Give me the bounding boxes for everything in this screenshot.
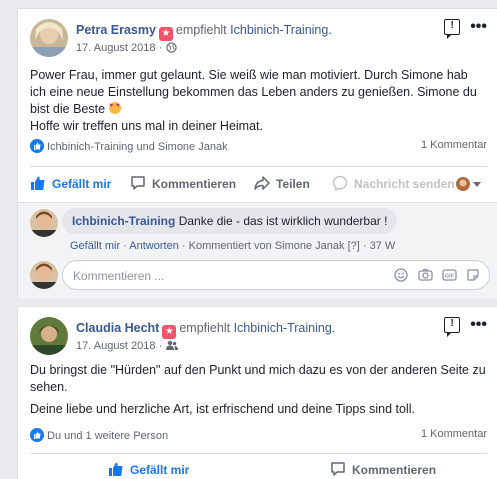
divider (30, 166, 487, 167)
share-button[interactable]: Teilen (254, 175, 332, 194)
gif-icon[interactable]: GIF (441, 267, 457, 283)
comment-button[interactable]: Kommentieren (130, 175, 236, 194)
emoji-icon[interactable] (393, 267, 409, 283)
sticker-icon[interactable] (465, 267, 481, 283)
post-date-line: 17. August 2018 · (76, 340, 179, 354)
messenger-icon (332, 175, 348, 194)
post-date-line: 17. August 2018 · (76, 42, 177, 56)
comment-author[interactable]: Ichbinich-Training (72, 214, 175, 228)
post-actions: Gefällt mir Kommentieren Teilen Nachrich… (30, 169, 487, 199)
post-text-line: Du bringst die "Hürden" auf den Punkt un… (30, 363, 486, 394)
like-button[interactable]: Gefällt mir (108, 461, 308, 479)
like-label: Gefällt mir (130, 463, 190, 477)
post-card: Claudia Hecht ★ empfiehlt Ichbinich-Traini… (17, 306, 497, 479)
post-text-line: Deine liebe und herzliche Art, ist erfri… (30, 402, 415, 416)
post-top-actions: ! ••• (444, 317, 487, 337)
comment-count[interactable]: 1 Kommentar (421, 139, 487, 151)
more-icon[interactable]: ••• (470, 317, 487, 333)
chevron-down-icon (473, 177, 481, 191)
comments-area: Ichbinich-Training Danke die - das ist w… (18, 203, 497, 298)
friends-icon (166, 340, 179, 354)
post-date[interactable]: 17. August 2018 (76, 340, 156, 352)
post-title-line: Claudia Hecht ★ empfiehlt Ichbinich-Traini… (76, 321, 335, 339)
heart-eyes-emoji (108, 102, 121, 114)
comment-text: Danke die - das ist wirklich wunderbar ! (178, 214, 388, 228)
page-link[interactable]: Ichbinich-Training. (230, 23, 332, 37)
post-text-line: Power Frau, immer gut gelaunt. Sie weiß … (30, 68, 477, 116)
comment-input-placeholder: Kommentieren ... (73, 269, 165, 283)
post-top-actions: ! ••• (444, 19, 487, 39)
camera-icon[interactable] (417, 267, 433, 283)
recommendation-badge-icon: ★ (158, 27, 173, 41)
more-icon[interactable]: ••• (470, 19, 487, 35)
page-link[interactable]: Ichbinich-Training. (234, 321, 336, 335)
comment-reply-link[interactable]: Antworten (129, 240, 179, 252)
like-button[interactable]: Gefällt mir (30, 175, 130, 194)
comment-time[interactable]: 37 W (370, 240, 396, 252)
comment-bubble: Ichbinich-Training Danke die - das ist w… (62, 208, 398, 234)
like-label: Gefällt mir (52, 177, 112, 191)
like-icon (30, 175, 46, 194)
report-icon[interactable]: ! (444, 317, 461, 337)
comment-icon (130, 175, 146, 194)
send-message-label: Nachricht senden (354, 177, 455, 191)
post-text-line: Hoffe wir treffen uns mal in deiner Heim… (30, 119, 263, 133)
comment-input[interactable]: Kommentieren ... GIF (62, 260, 490, 290)
avatar (30, 261, 58, 289)
send-message-button[interactable]: Nachricht senden (332, 175, 455, 194)
svg-text:GIF: GIF (444, 274, 454, 280)
comment-icon (330, 461, 346, 479)
post-title-line: Petra Erasmy ★ empfiehlt Ichbinich-Trainin… (76, 23, 332, 41)
post-actions: Gefällt mir Kommentieren (30, 455, 487, 479)
author-name[interactable]: Petra Erasmy (76, 23, 156, 37)
post-text: Du bringst die "Hürden" auf den Punkt un… (30, 362, 487, 418)
comment-meta-text: Kommentiert von Simone Janak [?] (188, 240, 360, 252)
reactions-row: Ichbinich-Training und Simone Janak 1 Ko… (30, 139, 487, 159)
avatar[interactable] (30, 317, 68, 355)
reactions-text[interactable]: Du und 1 weitere Person (47, 430, 168, 442)
post-date[interactable]: 17. August 2018 (76, 42, 156, 54)
recommendation-badge-icon: ★ (162, 325, 177, 339)
comment-label: Kommentieren (152, 177, 237, 191)
like-icon (30, 428, 44, 442)
globe-icon (166, 42, 177, 56)
share-icon (254, 175, 270, 194)
avatar[interactable] (30, 209, 58, 237)
reactions-text[interactable]: Ichbinich-Training und Simone Janak (47, 141, 228, 153)
divider (30, 453, 487, 454)
author-name[interactable]: Claudia Hecht (76, 321, 159, 335)
recommends-text: empfiehlt (175, 23, 227, 37)
comment-like-link[interactable]: Gefällt mir (70, 240, 120, 252)
avatar[interactable] (30, 19, 68, 57)
comment-meta: Gefällt mir · Antworten · Kommentiert vo… (70, 240, 396, 252)
post-as-selector[interactable] (456, 177, 481, 191)
report-icon[interactable]: ! (444, 19, 461, 39)
comment-button[interactable]: Kommentieren (330, 461, 436, 479)
reactions-row: Du und 1 weitere Person 1 Kommentar (30, 428, 487, 448)
post-card: Petra Erasmy ★ empfiehlt Ichbinich-Trainin… (17, 8, 497, 298)
like-icon (108, 461, 124, 479)
avatar (456, 177, 470, 191)
comment-input-tools: GIF (393, 267, 481, 283)
recommends-text: empfiehlt (179, 321, 231, 335)
like-icon (30, 139, 44, 153)
share-label: Teilen (276, 177, 310, 191)
comment-count[interactable]: 1 Kommentar (421, 428, 487, 440)
post-text: Power Frau, immer gut gelaunt. Sie weiß … (30, 67, 487, 135)
comment-label: Kommentieren (352, 463, 437, 477)
